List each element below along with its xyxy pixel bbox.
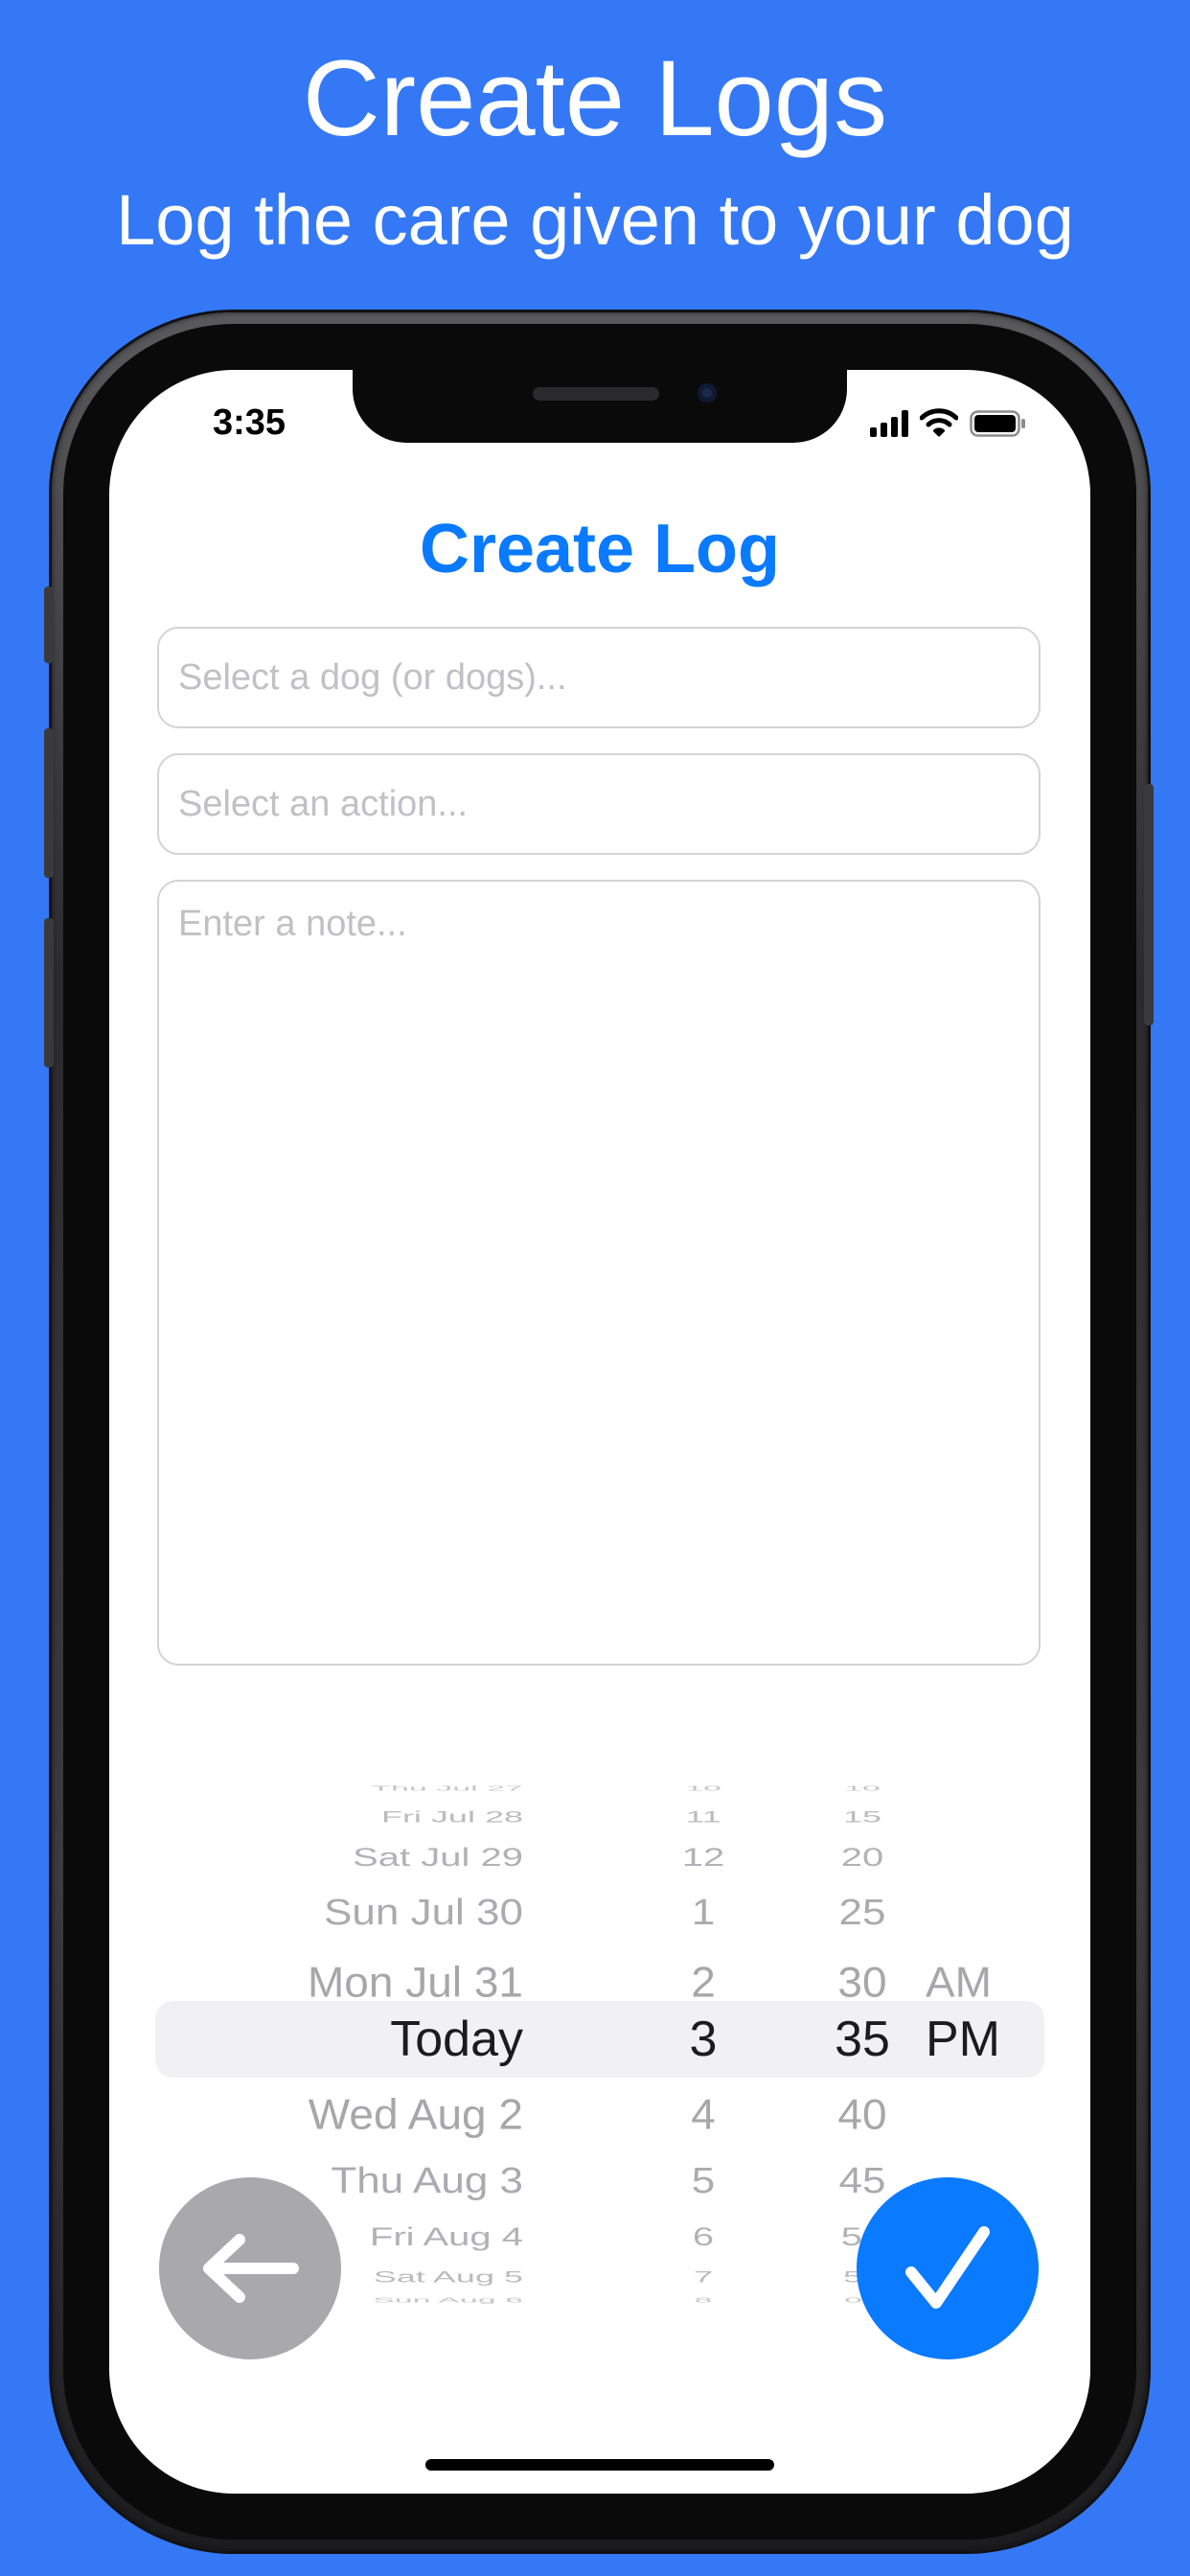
picker-date-item[interactable]: Fri Jul 28 <box>381 1805 523 1830</box>
picker-minute-item[interactable]: 10 <box>805 1782 920 1794</box>
picker-hour-item[interactable]: 6 <box>665 2218 742 2257</box>
wifi-icon <box>920 408 958 437</box>
picker-hour-item[interactable]: 7 <box>665 2265 742 2290</box>
picker-date-item[interactable]: Thu Aug 3 <box>331 2156 523 2206</box>
volume-up-button <box>44 728 54 878</box>
volume-down-button <box>44 918 54 1068</box>
battery-icon <box>970 410 1025 437</box>
dog-select-field[interactable]: Select a dog (or dogs)... <box>157 627 1041 728</box>
screen-title: Create Log <box>419 511 781 587</box>
picker-minute-item[interactable]: 15 <box>805 1805 920 1830</box>
picker-date-item[interactable]: Mon Jul 31 <box>308 1954 523 2010</box>
checkmark-icon <box>905 2226 990 2309</box>
picker-date-item[interactable]: Fri Aug 4 <box>370 2218 523 2257</box>
picker-date-item[interactable]: Wed Aug 2 <box>309 2086 523 2142</box>
arrow-left-icon <box>203 2234 299 2303</box>
app-screen: 3:35 Create Log Select a dog (or dogs)..… <box>109 370 1090 2494</box>
picker-hour-item[interactable]: 10 <box>665 1782 742 1794</box>
picker-minute-item-selected[interactable]: 35 <box>805 2011 920 2068</box>
picker-date-item[interactable]: Sat Aug 5 <box>374 2265 523 2290</box>
note-placeholder: Enter a note... <box>178 904 407 944</box>
picker-minute-item[interactable]: 40 <box>805 2086 920 2142</box>
picker-date-item-selected[interactable]: Today <box>390 2011 523 2068</box>
picker-hour-item[interactable]: 8 <box>665 2293 742 2306</box>
promo-subtitle: Log the care given to your dog <box>116 180 1074 260</box>
picker-hour-column[interactable]: 10 11 12 1 2 3 4 5 6 7 8 <box>665 1775 742 2304</box>
picker-hour-item[interactable]: 1 <box>665 1888 742 1938</box>
note-text-area[interactable]: Enter a note... <box>157 880 1041 1666</box>
picker-minute-item[interactable]: 25 <box>805 1888 920 1938</box>
cellular-signal-icon <box>870 410 908 437</box>
picker-date-item[interactable]: Thu Jul 27 <box>371 1782 523 1794</box>
picker-date-item[interactable]: Sun Jul 30 <box>324 1888 523 1938</box>
picker-hour-item[interactable]: 5 <box>665 2156 742 2206</box>
confirm-button[interactable] <box>857 2177 1039 2359</box>
back-button[interactable] <box>159 2177 341 2359</box>
picker-meridiem-item-selected[interactable]: PM <box>926 2011 1000 2068</box>
promo-title: Create Logs <box>302 38 888 158</box>
picker-date-item[interactable]: Sun Aug 6 <box>373 2293 523 2306</box>
picker-minute-item[interactable]: 20 <box>805 1838 920 1877</box>
picker-hour-item[interactable]: 12 <box>665 1838 742 1877</box>
action-select-field[interactable]: Select an action... <box>157 753 1041 855</box>
picker-date-item[interactable]: Sat Jul 29 <box>353 1838 523 1877</box>
picker-minute-item[interactable]: 30 <box>805 1954 920 2010</box>
picker-hour-item-selected[interactable]: 3 <box>665 2011 742 2068</box>
status-icons <box>870 408 1027 437</box>
power-button <box>1144 784 1154 1025</box>
dog-select-placeholder: Select a dog (or dogs)... <box>178 657 567 698</box>
earpiece-speaker <box>533 387 659 401</box>
picker-meridiem-item[interactable]: AM <box>926 1954 992 2010</box>
front-camera <box>698 383 717 402</box>
mute-switch <box>44 586 54 663</box>
notch <box>353 370 847 443</box>
action-select-placeholder: Select an action... <box>178 784 469 824</box>
picker-hour-item[interactable]: 4 <box>665 2086 742 2142</box>
picker-hour-item[interactable]: 11 <box>665 1805 742 1830</box>
picker-hour-item[interactable]: 2 <box>665 1954 742 2010</box>
status-time: 3:35 <box>213 402 286 443</box>
home-indicator <box>425 2459 774 2471</box>
